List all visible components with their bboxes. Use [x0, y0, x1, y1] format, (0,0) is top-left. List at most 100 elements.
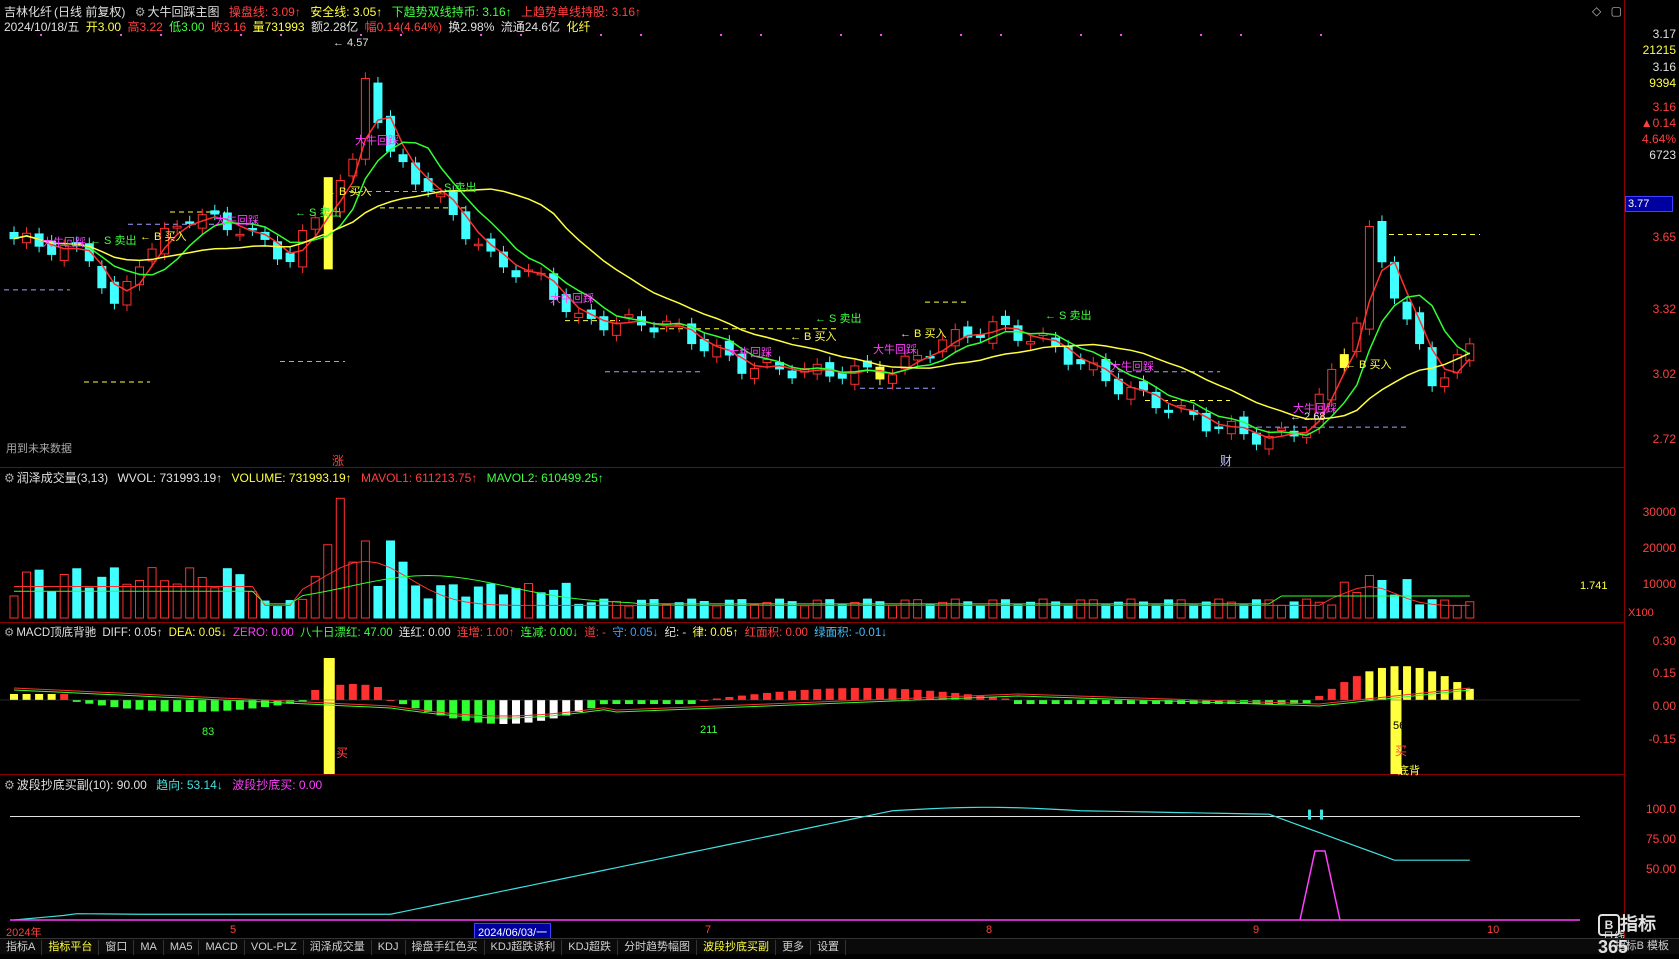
bull-pullback-label: 大牛回踩	[355, 133, 399, 147]
indicator-name[interactable]: 大牛回踩主图	[147, 5, 219, 19]
macd-hist-bar	[788, 690, 797, 700]
settings-icon[interactable]: ⚙	[135, 5, 146, 19]
volume-bar	[34, 569, 44, 619]
price-chart[interactable]: ← 4.57← 2.68← B 买入← B 买入← B 买入 ← B 买入← B …	[0, 34, 1624, 466]
volume-bar	[1214, 598, 1224, 619]
candle-body	[888, 374, 897, 384]
macd-hist-bar	[72, 700, 81, 702]
volume-bar	[360, 540, 370, 619]
macd-hist-bar	[160, 700, 169, 712]
mavol1-line	[14, 560, 1470, 606]
volume-bar	[59, 573, 69, 619]
volume-bar	[1302, 598, 1312, 619]
macd-hist-bar	[1026, 700, 1035, 704]
macd-hist-bar	[1277, 700, 1286, 704]
macd-hist-bar	[361, 684, 370, 700]
wave-chart[interactable]	[0, 792, 1624, 924]
candle-body	[1076, 359, 1086, 365]
stock-name[interactable]: 吉林化纤	[4, 5, 52, 19]
candle-body	[511, 270, 521, 278]
restore-icon[interactable]: ◇	[1592, 4, 1601, 18]
vol-last-value: 1.741	[1580, 580, 1608, 592]
macd-hist-bar	[135, 700, 144, 710]
candle-body	[172, 225, 182, 229]
volume-bar	[411, 585, 421, 619]
macd-hist-bar	[336, 684, 345, 700]
macd-chart[interactable]	[0, 640, 1624, 774]
maximize-icon[interactable]: ▢	[1611, 4, 1622, 18]
brand-logo: B 指标365	[1598, 913, 1656, 957]
candle-body	[1139, 381, 1148, 391]
macd-hist-bar	[1377, 667, 1386, 700]
volume-chart[interactable]	[0, 486, 1624, 622]
volume-bar	[1126, 598, 1136, 619]
macd-hist-bar	[499, 700, 508, 724]
candle-body	[1063, 345, 1073, 365]
buy-signal: ← B 买入	[790, 330, 836, 343]
volume-bar	[850, 601, 860, 619]
volume-bar	[599, 598, 609, 619]
volume-bar	[22, 571, 32, 619]
chart-period[interactable]: (日线 前复权)	[54, 5, 125, 19]
cyan-mark	[1308, 809, 1311, 820]
vol-settings-icon[interactable]: ⚙	[4, 471, 15, 485]
macd-settings-icon[interactable]: ⚙	[4, 627, 14, 639]
volume-bar	[1226, 601, 1236, 619]
macd-hist-bar	[763, 692, 771, 700]
macd-label-31: 31	[335, 728, 348, 740]
volume-bar	[9, 595, 19, 619]
volume-bar	[1101, 604, 1111, 619]
volume-bar	[800, 605, 810, 619]
candle-body	[473, 243, 483, 247]
candle-body	[210, 210, 220, 215]
macd-hist-bar	[348, 684, 357, 700]
macd-hist-bar	[1428, 671, 1437, 700]
event-dot	[720, 34, 722, 36]
volume-bar	[423, 598, 433, 619]
volume-bar	[1051, 601, 1061, 619]
macd-hist-bar	[1064, 700, 1073, 704]
macd-hist-bar	[624, 700, 633, 704]
event-dot	[280, 34, 282, 36]
candle-body	[310, 217, 320, 230]
volume-bar	[436, 585, 446, 619]
volume-bar	[1239, 604, 1249, 619]
volume-bar	[988, 599, 998, 619]
macd-hist-bar	[97, 700, 106, 706]
macd-hist-bar	[22, 694, 31, 700]
vol-panel-divider	[0, 467, 1624, 468]
wave-settings-icon[interactable]: ⚙	[4, 778, 15, 792]
macd-hist-bar	[926, 690, 935, 700]
volume-bar	[724, 599, 734, 619]
macd-hist-bar	[637, 700, 646, 704]
volume-bar	[335, 497, 345, 619]
candle-body	[574, 312, 584, 319]
candle-body	[1214, 426, 1224, 429]
candle-body	[1377, 221, 1387, 263]
volume-bar	[122, 583, 132, 619]
candle-body	[122, 280, 132, 306]
candle-body	[285, 252, 295, 263]
candle-body	[787, 370, 797, 379]
macd-hist-bar	[888, 688, 897, 700]
volume-bar	[348, 561, 358, 619]
candle-body	[1000, 315, 1010, 326]
candle-body	[185, 221, 195, 224]
volume-bar	[1327, 604, 1337, 619]
macd-hist-bar	[185, 700, 194, 712]
volume-bar	[975, 605, 985, 619]
macd-hist-bar	[1340, 682, 1349, 700]
volume-bar	[1063, 604, 1073, 619]
volume-bar	[938, 601, 948, 619]
event-dot	[640, 34, 642, 36]
macd-hist-bar	[122, 700, 131, 709]
macd-hist-bar	[875, 688, 884, 700]
volume-bar	[749, 604, 759, 619]
sell-signal: ← S 卖出	[1045, 308, 1091, 322]
event-dot	[1000, 34, 1002, 36]
volume-bar	[285, 600, 295, 619]
macd-hist-bar	[825, 688, 834, 700]
volume-bar	[386, 540, 395, 619]
bottom-tab-bar: 指标A 指标平台 窗口 MA MA5 MACD VOL-PLZ 润泽成交量 KDJ 操盘手红色买 K…	[0, 938, 1679, 955]
volume-bar	[1176, 599, 1186, 619]
